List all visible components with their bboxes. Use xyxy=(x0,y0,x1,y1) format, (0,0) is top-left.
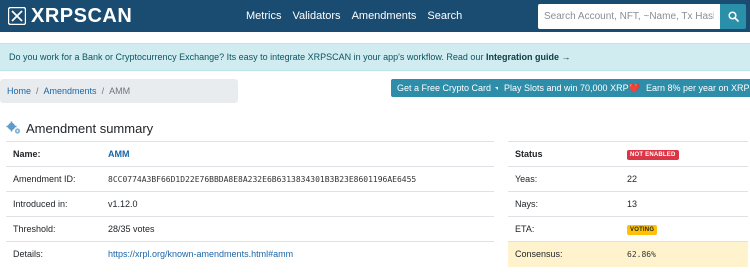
search-input[interactable] xyxy=(538,4,720,29)
breadcrumb-separator: / xyxy=(36,86,39,96)
earn-xrp-button[interactable]: Earn 8% per year on XRP💰 xyxy=(640,79,750,97)
introduced-value: v1.12.0 xyxy=(101,191,494,217)
eta-label: ETA: xyxy=(508,216,620,242)
navbar: XRPSCAN Metrics Validators Amendments Se… xyxy=(0,0,750,32)
consensus-label: Consensus: xyxy=(508,241,620,267)
table-row: Name: AMM xyxy=(6,141,494,167)
yeas-label: Yeas: xyxy=(508,166,620,192)
table-row: ETA: VOTING xyxy=(508,216,748,242)
breadcrumb-current: AMM xyxy=(109,86,131,96)
amendment-status-table: Status NOT ENABLED Yeas: 22 Nays: 13 ETA… xyxy=(508,141,748,267)
search-button[interactable] xyxy=(720,4,746,29)
amendment-id-value: 8CC0774A3BF66D1D22E76BBDA8E8A232E6B63138… xyxy=(101,166,494,192)
nav-validators[interactable]: Validators xyxy=(292,0,340,32)
search-form xyxy=(538,4,746,29)
name-label: Name: xyxy=(6,141,101,167)
nays-label: Nays: xyxy=(508,191,620,217)
play-slots-button[interactable]: Play Slots and win 70,000 XRP❤️ xyxy=(498,79,656,97)
search-icon xyxy=(727,11,739,22)
info-banner: Do you work for a Bank or Cryptocurrency… xyxy=(0,43,750,71)
nav-links: Metrics Validators Amendments Search xyxy=(246,0,473,32)
xrpscan-logo-icon xyxy=(8,7,26,25)
section-title: Amendment summary xyxy=(6,119,153,137)
section-title-text: Amendment summary xyxy=(26,120,154,136)
logo[interactable]: XRPSCAN xyxy=(8,5,132,27)
threshold-value: 28/35 votes xyxy=(101,216,494,242)
brand-name: XRPSCAN xyxy=(31,5,133,27)
table-row: Amendment ID: 8CC0774A3BF66D1D22E76BBDA8… xyxy=(6,166,494,192)
name-value-link[interactable]: AMM xyxy=(101,141,494,167)
breadcrumb-home[interactable]: Home xyxy=(7,86,31,96)
promo-label: Earn 8% per year on XRP💰 xyxy=(646,82,750,93)
introduced-label: Introduced in: xyxy=(6,191,101,217)
yeas-value: 22 xyxy=(620,166,748,192)
table-row: Yeas: 22 xyxy=(508,166,748,192)
nav-amendments[interactable]: Amendments xyxy=(352,0,417,32)
free-crypto-card-button[interactable]: Get a Free Crypto Card xyxy=(391,79,508,97)
table-row: Threshold: 28/35 votes xyxy=(6,216,494,242)
nav-search[interactable]: Search xyxy=(427,0,462,32)
eta-badge: VOTING xyxy=(627,225,658,235)
table-row: Consensus: 62.86% xyxy=(508,241,748,267)
breadcrumb-amendments[interactable]: Amendments xyxy=(44,86,97,96)
breadcrumb: Home / Amendments / AMM xyxy=(0,79,238,103)
table-row: Status NOT ENABLED xyxy=(508,141,748,167)
table-row: Nays: 13 xyxy=(508,191,748,217)
nays-value: 13 xyxy=(620,191,748,217)
integration-guide-link[interactable]: Integration guide → xyxy=(486,52,571,62)
breadcrumb-separator: / xyxy=(101,86,105,96)
threshold-label: Threshold: xyxy=(6,216,101,242)
banner-text: Do you work for a Bank or Cryptocurrency… xyxy=(9,52,486,62)
table-row: Introduced in: v1.12.0 xyxy=(6,191,494,217)
promo-label: Get a Free Crypto Card xyxy=(397,83,492,93)
table-row: Details: https://xrpl.org/known-amendmen… xyxy=(6,241,494,267)
details-link[interactable]: https://xrpl.org/known-amendments.html#a… xyxy=(101,241,494,267)
nav-metrics[interactable]: Metrics xyxy=(246,0,281,32)
gears-icon xyxy=(6,121,21,134)
status-badge: NOT ENABLED xyxy=(627,150,679,160)
amendment-summary-table: Name: AMM Amendment ID: 8CC0774A3BF66D1D… xyxy=(6,141,494,267)
status-label: Status xyxy=(508,141,620,167)
consensus-value: 62.86% xyxy=(620,241,748,267)
id-label: Amendment ID: xyxy=(6,166,101,192)
promo-label: Play Slots and win 70,000 XRP❤️ xyxy=(504,82,640,93)
details-label: Details: xyxy=(6,241,101,267)
